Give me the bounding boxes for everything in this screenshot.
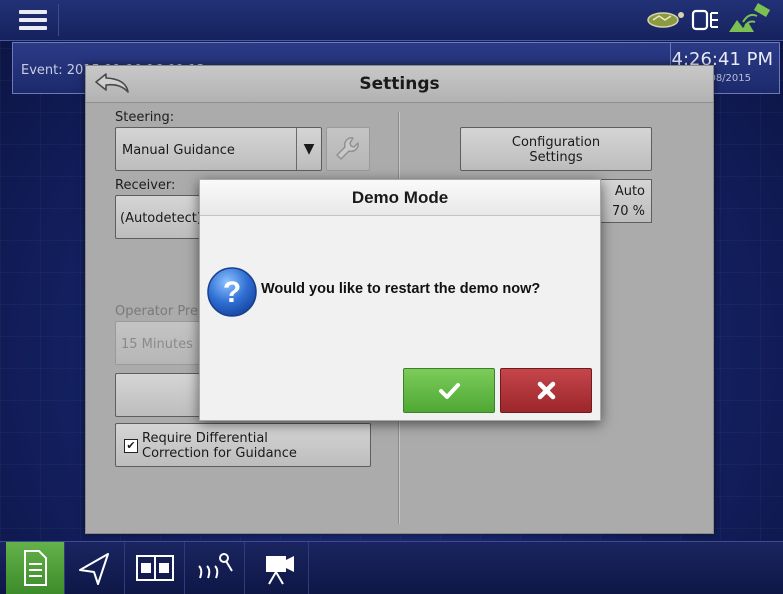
svg-text:?: ? [223,276,241,309]
checkmark-icon [439,383,460,399]
top-bar [0,0,783,41]
confirm-button[interactable] [403,368,495,413]
steering-select[interactable]: Manual Guidance ▼ [115,127,322,171]
home-icon [24,550,47,586]
auto-steer-status[interactable]: Auto 70 % [596,179,652,223]
dialog-title: Demo Mode [351,188,449,207]
question-icon: ? [207,267,257,317]
nav-home[interactable] [6,542,65,594]
field-icon [198,553,233,579]
hamburger-menu-line [19,18,47,22]
config-label-line1: Configuration [511,135,601,150]
nav-field[interactable] [186,542,245,594]
close-icon [537,381,556,400]
dialog-header: Demo Mode [200,180,600,216]
settings-title: Settings [359,74,440,94]
receiver-value: (Autodetect) [120,211,202,226]
operator-presence-value: 15 Minutes [121,337,193,352]
dialog-message: Would you like to restart the demo now? [261,281,541,297]
nav-camera[interactable] [250,542,309,594]
hamburger-menu-icon [19,10,47,14]
auto-label: Auto [614,184,645,199]
demo-mode-dialog: Demo Mode ? Would you like to restart th… [199,179,601,421]
config-label-line2: Settings [529,150,583,165]
nav-map[interactable] [126,542,185,594]
operator-presence-label: Operator Pres [115,304,205,319]
wrench-icon [336,137,359,160]
bottom-nav [0,541,783,594]
wrench-button[interactable] [326,127,370,171]
menu-button[interactable] [8,4,59,36]
nav-guidance[interactable] [66,542,125,594]
chevron-down-icon: ▼ [296,128,321,170]
configuration-settings-label: Configuration Settings [461,135,651,165]
cancel-button[interactable] [500,368,592,413]
guidance-icon [79,553,109,585]
auto-percent: 70 % [611,204,645,219]
configuration-settings-button[interactable]: Configuration Settings [460,127,652,171]
steering-label: Steering: [115,110,175,125]
differential-correction-toggle[interactable]: ✔ Require Differential Correction for Gu… [115,423,371,467]
implement-icon[interactable] [647,12,684,28]
map-icon [136,555,174,581]
screen: Event: 2015-11-10 16:09:13 4:26:41 PM 11… [0,0,783,594]
camera-icon [266,556,294,585]
diff-label-line1: Require Differential [142,431,268,446]
hamburger-menu-line [19,26,47,30]
checkbox[interactable]: ✔ [124,439,138,453]
status-icons [647,3,771,32]
settings-header: Settings [86,66,713,103]
steering-value: Manual Guidance [122,143,235,158]
receiver-label: Receiver: [115,178,176,193]
diff-label-line2: Correction for Guidance [142,446,297,461]
differential-correction-label: Require Differential Correction for Guid… [142,431,297,461]
display-status-icon[interactable] [691,9,718,31]
gps-signal-icon[interactable] [729,3,771,32]
